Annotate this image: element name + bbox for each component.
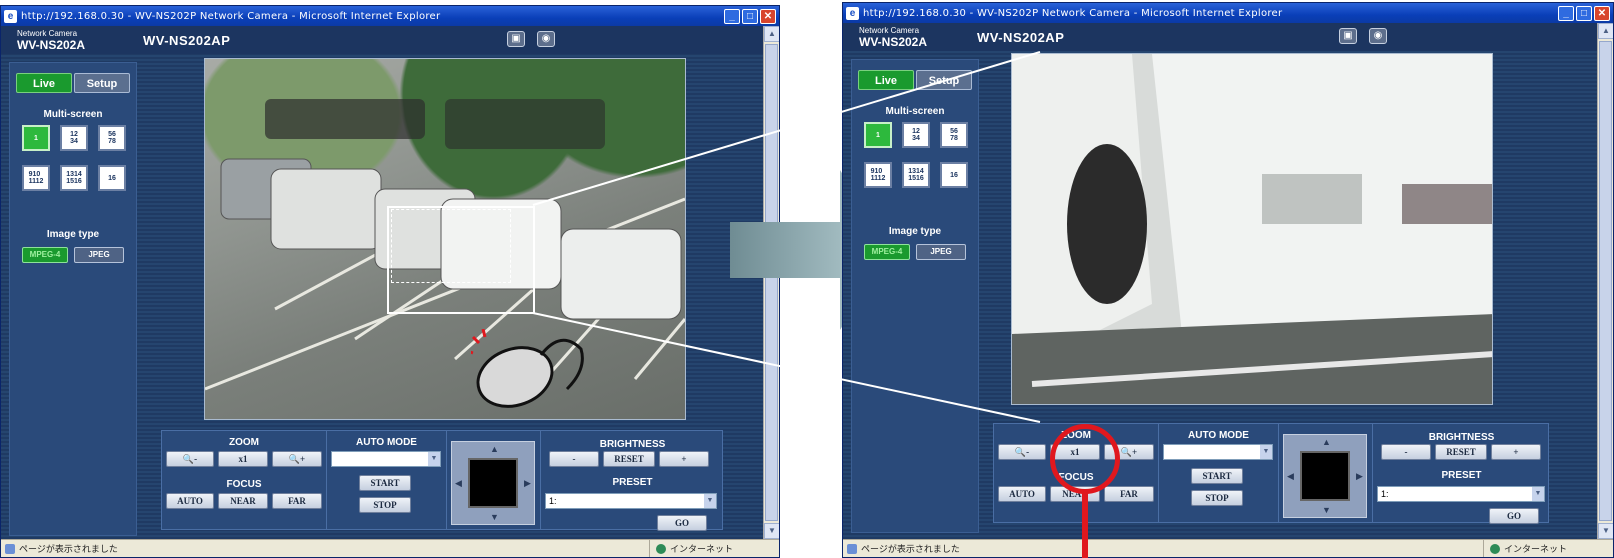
highlight-circle	[1050, 424, 1120, 494]
zoom-connector-lines	[532, 51, 1041, 423]
highlight-pointer	[1082, 492, 1088, 558]
